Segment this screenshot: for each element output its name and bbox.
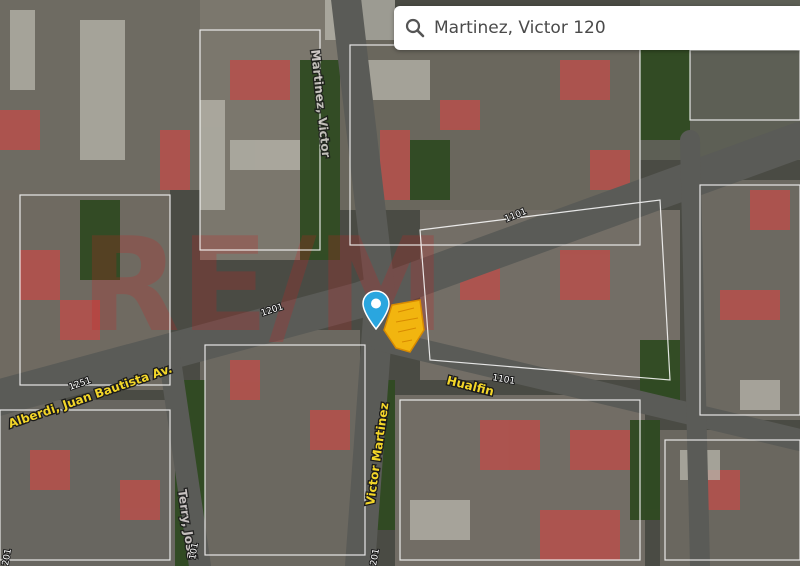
map-pin-icon[interactable] <box>362 290 390 330</box>
search-input[interactable] <box>434 18 774 38</box>
search-icon[interactable] <box>404 17 426 39</box>
search-bar[interactable] <box>394 6 800 50</box>
satellite-map[interactable]: RE/M Alberdi, Juan Bautista Av. Hualfin … <box>0 0 800 566</box>
